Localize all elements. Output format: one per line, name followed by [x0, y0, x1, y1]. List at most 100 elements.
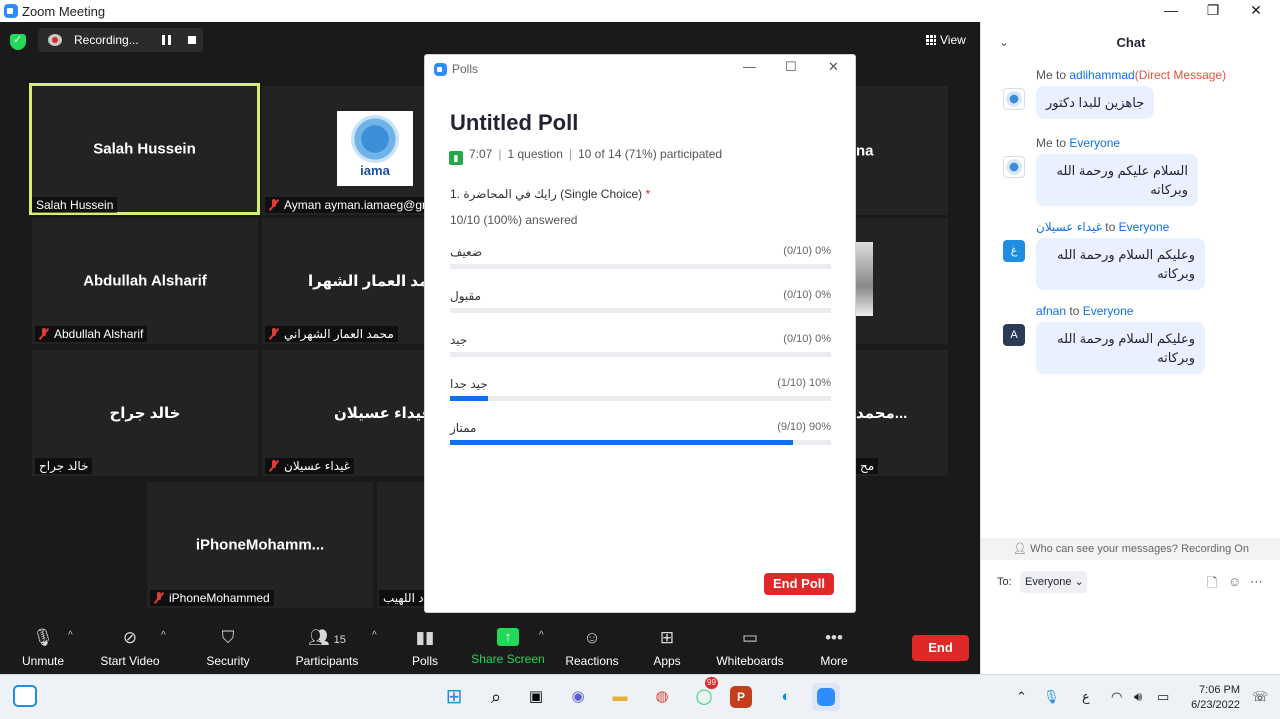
- task-view-icon[interactable]: ▣: [522, 683, 550, 711]
- video-tile[interactable]: na: [856, 86, 948, 215]
- poll-option-label: جيد جدا: [450, 377, 488, 391]
- maximize-button[interactable]: ❐: [1193, 0, 1233, 22]
- chrome-icon[interactable]: ◍: [648, 683, 676, 711]
- poll-option: مقبول (0/10) 0%: [450, 289, 831, 329]
- zoom-taskbar-icon[interactable]: [812, 683, 840, 711]
- poll-option-label: جيد: [450, 333, 468, 347]
- participant-label: غيداء عسيلان: [265, 458, 354, 474]
- poll-option-label: ممتاز: [450, 421, 477, 435]
- more-dots-icon: •••: [825, 628, 843, 647]
- poll-title: Untitled Poll: [450, 110, 579, 135]
- security-button[interactable]: ⛉ Security: [188, 628, 268, 668]
- microphone-icon[interactable]: 🎙︎: [1043, 689, 1060, 705]
- avatar: [1003, 88, 1025, 110]
- view-button[interactable]: View: [926, 33, 966, 47]
- grid-icon: [926, 35, 936, 45]
- participants-icon: 👥︎ 15: [308, 628, 346, 647]
- search-icon[interactable]: ⌕: [482, 683, 510, 711]
- pause-recording-button[interactable]: [162, 35, 171, 45]
- video-tile[interactable]: Abdullah Alsharif Abdullah Alsharif: [32, 218, 258, 344]
- powerpoint-icon[interactable]: P: [730, 686, 752, 708]
- window-title-bar: Zoom Meeting — ❐ ✕: [0, 0, 1280, 22]
- video-tile[interactable]: iPhoneMohamm... iPhoneMohammed: [147, 482, 373, 608]
- stop-recording-button[interactable]: [188, 36, 196, 44]
- avatar: [1003, 156, 1025, 178]
- poll-maximize-button[interactable]: ☐: [785, 59, 797, 75]
- poll-option-label: مقبول: [450, 289, 482, 303]
- start-video-button[interactable]: ⊘ Start Video: [90, 628, 170, 668]
- reactions-button[interactable]: ☺ Reactions: [552, 628, 632, 668]
- video-off-icon: ⊘: [122, 628, 138, 647]
- security-shield-icon[interactable]: [10, 33, 26, 50]
- video-tile[interactable]: [856, 218, 948, 344]
- close-button[interactable]: ✕: [1236, 0, 1276, 22]
- video-options-chevron-icon[interactable]: ^: [161, 630, 166, 641]
- polls-dialog: Polls — ☐ ✕ Untitled Poll ▮ 7:07 | 1 questi…: [424, 54, 856, 613]
- emoji-icon[interactable]: ☺: [1228, 574, 1241, 589]
- whatsapp-icon[interactable]: ◯ 99: [690, 677, 718, 711]
- message-bubble: وعليكم السلام ورحمة الله وبركاته: [1036, 238, 1205, 290]
- teams-chat-icon[interactable]: ◉: [564, 683, 592, 711]
- file-explorer-icon[interactable]: ▬: [606, 683, 634, 711]
- start-windows-icon[interactable]: ⊞: [440, 683, 468, 711]
- input-language-indicator[interactable]: ع: [1082, 689, 1090, 705]
- poll-option-bar: [450, 396, 489, 401]
- poll-option-track: [450, 308, 831, 313]
- video-tile[interactable]: محمد... مح: [856, 350, 948, 476]
- participant-label: مح: [856, 458, 879, 474]
- reactions-smiley-icon: ☺: [583, 628, 601, 647]
- recording-bar: Recording...: [38, 28, 203, 52]
- polls-button[interactable]: ▮▮ Polls: [385, 628, 465, 668]
- recipient-select[interactable]: Everyone ⌄: [1020, 571, 1087, 593]
- chat-panel: ⌄ Chat Me to adlihammad(Direct Message) …: [980, 22, 1280, 674]
- poll-answered: 10/10 (100%) answered: [450, 213, 578, 227]
- clock[interactable]: 7:06 PM 6/23/2022: [1186, 683, 1240, 713]
- poll-option-result: (0/10) 0%: [783, 245, 831, 257]
- poll-option-bar: [450, 440, 793, 445]
- poll-close-button[interactable]: ✕: [828, 59, 839, 75]
- participants-button[interactable]: 👥︎ 15 Participants: [287, 628, 367, 668]
- meeting-toolbar: 🎙︎ Unmute ^ ⊘ Start Video ^ ⛉ Security 👥︎ 15…: [0, 622, 980, 674]
- notification-icon[interactable]: ☏: [1252, 689, 1268, 705]
- audio-options-chevron-icon[interactable]: ^: [68, 630, 73, 641]
- poll-participation: 10 of 14 (71%) participated: [578, 147, 723, 161]
- more-options-icon[interactable]: ⋯: [1250, 574, 1263, 590]
- video-tile[interactable]: محمد العمار الشهرا محمد العمار الشهراني: [262, 218, 424, 344]
- who-can-see-link[interactable]: 👤︎ Who can see your messages? Recording …: [981, 538, 1280, 560]
- widgets-icon[interactable]: [13, 685, 37, 707]
- participant-name: Salah Hussein: [93, 140, 196, 158]
- poll-minimize-button[interactable]: —: [743, 59, 756, 74]
- wifi-icon[interactable]: ◠: [1111, 689, 1122, 705]
- muted-mic-icon: [269, 199, 279, 211]
- share-options-chevron-icon[interactable]: ^: [539, 630, 544, 641]
- participant-name: na: [856, 142, 874, 159]
- file-icon[interactable]: 🗋: [1207, 574, 1217, 596]
- notification-badge: 99: [705, 677, 718, 689]
- window-title: Zoom Meeting: [22, 4, 106, 19]
- battery-icon[interactable]: ▭: [1157, 689, 1169, 705]
- more-button[interactable]: ••• More: [794, 628, 874, 668]
- video-tile[interactable]: غيداء عسيلان غيداء عسيلان: [262, 350, 424, 476]
- message-sender: غيداء عسيلان to Everyone: [1036, 220, 1170, 234]
- polls-bar-chart-icon: ▮▮: [415, 628, 435, 647]
- avatar: A: [1003, 324, 1025, 346]
- end-poll-button[interactable]: End Poll: [764, 573, 834, 595]
- video-tile[interactable]: خالد جراح خالد جراح: [32, 350, 258, 476]
- poll-meta: ▮ 7:07 | 1 question | 10 of 14 (71%) particip…: [449, 147, 722, 165]
- volume-icon[interactable]: 🔊︎: [1134, 689, 1142, 705]
- poll-time: 7:07: [469, 147, 493, 161]
- apps-button[interactable]: ⊞ Apps: [627, 628, 707, 668]
- participants-options-chevron-icon[interactable]: ^: [372, 630, 377, 641]
- message-bubble: السلام عليكم ورحمة الله وبركاته: [1036, 154, 1198, 206]
- share-screen-button[interactable]: ↑ Share Screen: [468, 628, 548, 666]
- poll-option-result: (1/10) 10%: [777, 377, 831, 389]
- minimize-button[interactable]: —: [1151, 0, 1191, 22]
- muted-mic-icon: [269, 460, 279, 472]
- video-tile[interactable]: د اللهيب: [377, 482, 424, 608]
- whiteboards-button[interactable]: ▭ Whiteboards: [710, 628, 790, 668]
- edge-icon[interactable]: ◐: [772, 683, 800, 711]
- participant-name: غيداء عسيلان: [334, 405, 424, 422]
- video-tile[interactable]: Salah Hussein Salah Hussein: [29, 83, 260, 215]
- end-meeting-button[interactable]: End: [912, 635, 969, 661]
- show-hidden-icons-chevron[interactable]: ⌃: [1016, 689, 1027, 705]
